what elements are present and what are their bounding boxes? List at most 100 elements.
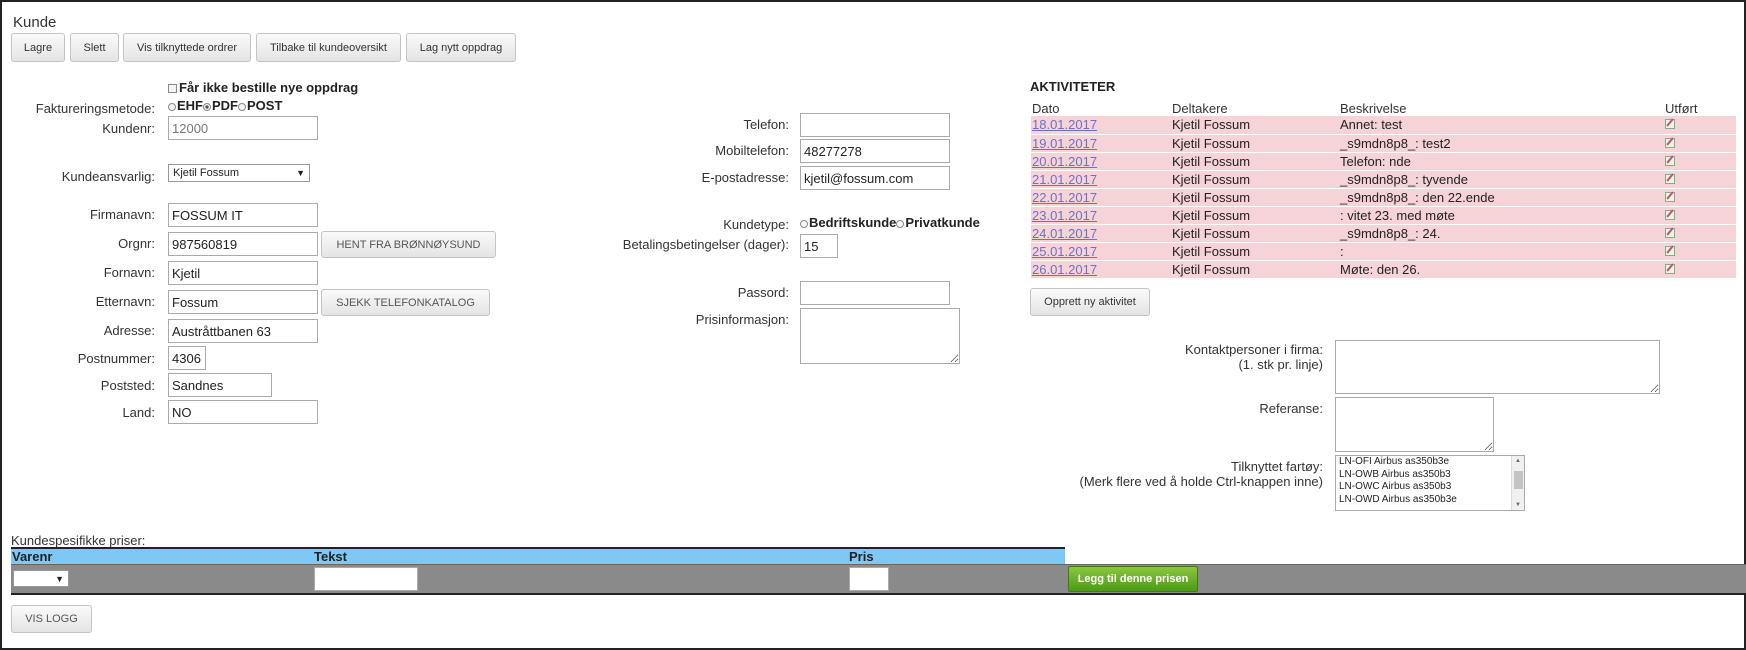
billing-method-radios[interactable]: EHF PDF POST bbox=[168, 98, 282, 113]
responsible-select[interactable]: Kjetil Fossum ▼ bbox=[168, 164, 310, 182]
password-label: Passord: bbox=[737, 285, 789, 300]
prices-input-row: ▼ Legg til denne prisen bbox=[11, 564, 1746, 595]
vessel-option[interactable]: LN-OWC Airbus as350b3 bbox=[1336, 481, 1524, 494]
postcode-field[interactable] bbox=[168, 346, 206, 370]
dropdown-arrow-icon: ▼ bbox=[55, 573, 64, 584]
edit-icon[interactable] bbox=[1665, 119, 1675, 130]
edit-icon[interactable] bbox=[1665, 173, 1675, 184]
radio-business[interactable] bbox=[800, 219, 808, 228]
activities-title: AKTIVITETER bbox=[1030, 79, 1116, 94]
activity-date[interactable]: 25.01.2017 bbox=[1031, 242, 1171, 261]
mobile-label: Mobiltelefon: bbox=[715, 143, 789, 158]
activity-date[interactable]: 26.01.2017 bbox=[1031, 260, 1171, 279]
customer-type-label: Kundetype: bbox=[723, 217, 789, 232]
add-price-button[interactable]: Legg til denne prisen bbox=[1068, 566, 1198, 592]
price-info-label: Prisinformasjon: bbox=[695, 312, 789, 327]
new-activity-button[interactable]: Opprett ny aktivitet bbox=[1030, 288, 1150, 316]
activity-participant: Kjetil Fossum bbox=[1171, 170, 1339, 189]
block-orders-checkbox[interactable]: Får ikke bestille nye oppdrag bbox=[168, 80, 358, 95]
activity-done bbox=[1664, 188, 1736, 207]
edit-icon[interactable] bbox=[1665, 245, 1675, 256]
activity-row: 25.01.2017 Kjetil Fossum: bbox=[1031, 242, 1736, 261]
show-log-button[interactable]: VIS LOGG bbox=[11, 605, 92, 633]
phone-label: Telefon: bbox=[743, 117, 789, 132]
price-field[interactable] bbox=[849, 567, 889, 591]
lastname-label: Etternavn: bbox=[95, 294, 155, 309]
edit-icon[interactable] bbox=[1665, 191, 1675, 202]
col-description: Beskrivelse bbox=[1340, 100, 1407, 116]
scroll-down-icon[interactable]: ▼ bbox=[1515, 502, 1521, 508]
mobile-field[interactable] bbox=[800, 139, 950, 163]
activity-done bbox=[1664, 206, 1736, 225]
vessel-scrollbar[interactable]: ▲ ▼ bbox=[1511, 456, 1524, 510]
radio-private[interactable] bbox=[896, 219, 905, 228]
activity-date[interactable]: 23.01.2017 bbox=[1031, 206, 1171, 225]
activity-participant: Kjetil Fossum bbox=[1171, 134, 1339, 153]
activity-date[interactable]: 21.01.2017 bbox=[1031, 170, 1171, 189]
vessel-option[interactable]: LN-OWD Airbus as350b3e bbox=[1336, 494, 1524, 507]
activity-description: _s9mdn8p8_: tyvende bbox=[1339, 170, 1664, 189]
city-field[interactable] bbox=[168, 373, 272, 397]
activity-row: 26.01.2017 Kjetil Fossum Møte: den 26. bbox=[1031, 260, 1736, 279]
activity-description: Annet: test bbox=[1339, 116, 1664, 135]
col-date: Dato bbox=[1032, 100, 1060, 116]
vessel-label: Tilknyttet fartøy: (Merk flere ved å hold… bbox=[1079, 459, 1323, 489]
checkbox-icon[interactable] bbox=[168, 84, 177, 94]
fetch-bronnoysund-button[interactable]: HENT FRA BRØNNØYSUND bbox=[321, 231, 496, 258]
activity-description: _s9mdn8p8_: 24. bbox=[1339, 224, 1664, 243]
page-title: Kunde bbox=[13, 14, 57, 31]
activity-date[interactable]: 19.01.2017 bbox=[1031, 134, 1171, 153]
vessel-listbox[interactable]: LN-OFI Airbus as350b3e LN-OWB Airbus as35… bbox=[1335, 455, 1525, 511]
customer-type-radios[interactable]: Bedriftskunde Privatkunde bbox=[800, 215, 980, 230]
activity-description: _s9mdn8p8_: test2 bbox=[1339, 134, 1664, 153]
edit-icon[interactable] bbox=[1665, 227, 1675, 238]
show-orders-button[interactable]: Vis tilknyttede ordrer bbox=[123, 33, 251, 62]
edit-icon[interactable] bbox=[1665, 263, 1675, 274]
activity-row: 21.01.2017 Kjetil Fossum _s9mdn8p8_: tyven… bbox=[1031, 170, 1736, 189]
reference-textarea[interactable] bbox=[1335, 397, 1494, 452]
radio-post[interactable] bbox=[238, 102, 246, 111]
col-item-no: Varenr bbox=[12, 549, 53, 564]
save-button[interactable]: Lagre bbox=[11, 33, 65, 62]
customer-no-field[interactable] bbox=[168, 116, 318, 140]
activities-table: Dato Deltakere Beskrivelse Utført 18.01.… bbox=[1031, 100, 1736, 279]
scroll-up-icon[interactable]: ▲ bbox=[1515, 458, 1521, 464]
contacts-textarea[interactable] bbox=[1335, 340, 1660, 394]
payment-terms-field[interactable] bbox=[800, 234, 838, 258]
radio-ehf[interactable] bbox=[168, 102, 176, 111]
activity-date[interactable]: 22.01.2017 bbox=[1031, 188, 1171, 207]
lastname-field[interactable] bbox=[168, 290, 318, 314]
edit-icon[interactable] bbox=[1665, 137, 1675, 148]
price-info-textarea[interactable] bbox=[800, 308, 960, 364]
edit-icon[interactable] bbox=[1665, 209, 1675, 220]
password-field[interactable] bbox=[800, 281, 950, 305]
scroll-thumb[interactable] bbox=[1514, 471, 1523, 489]
back-to-overview-button[interactable]: Tilbake til kundeoversikt bbox=[256, 33, 401, 62]
orgno-label: Orgnr: bbox=[118, 236, 155, 251]
activity-date[interactable]: 20.01.2017 bbox=[1031, 152, 1171, 171]
activity-done bbox=[1664, 152, 1736, 171]
address-field[interactable] bbox=[168, 319, 318, 343]
activity-date[interactable]: 18.01.2017 bbox=[1031, 116, 1171, 135]
country-field[interactable] bbox=[168, 400, 318, 424]
company-field[interactable] bbox=[168, 203, 318, 227]
vessel-option[interactable]: LN-OWB Airbus as350b3 bbox=[1336, 469, 1524, 482]
check-phonebook-button[interactable]: SJEKK TELEFONKATALOG bbox=[321, 289, 490, 316]
activity-row: 18.01.2017 Kjetil Fossum Annet: test bbox=[1031, 116, 1736, 135]
activity-row: 24.01.2017 Kjetil Fossum _s9mdn8p8_: 24. bbox=[1031, 224, 1736, 243]
activity-done bbox=[1664, 242, 1736, 261]
radio-pdf[interactable] bbox=[203, 102, 211, 111]
vessel-option[interactable]: LN-OFI Airbus as350b3e bbox=[1336, 456, 1524, 469]
activity-participant: Kjetil Fossum bbox=[1171, 152, 1339, 171]
orgno-field[interactable] bbox=[168, 232, 318, 256]
edit-icon[interactable] bbox=[1665, 155, 1675, 166]
col-participants: Deltakere bbox=[1172, 100, 1228, 116]
delete-button[interactable]: Slett bbox=[70, 33, 119, 62]
email-field[interactable] bbox=[800, 166, 950, 190]
phone-field[interactable] bbox=[800, 113, 950, 137]
new-order-button[interactable]: Lag nytt oppdrag bbox=[406, 33, 516, 62]
price-text-field[interactable] bbox=[314, 567, 418, 591]
firstname-field[interactable] bbox=[168, 261, 318, 285]
activity-date[interactable]: 24.01.2017 bbox=[1031, 224, 1171, 243]
item-no-select[interactable]: ▼ bbox=[13, 570, 69, 587]
